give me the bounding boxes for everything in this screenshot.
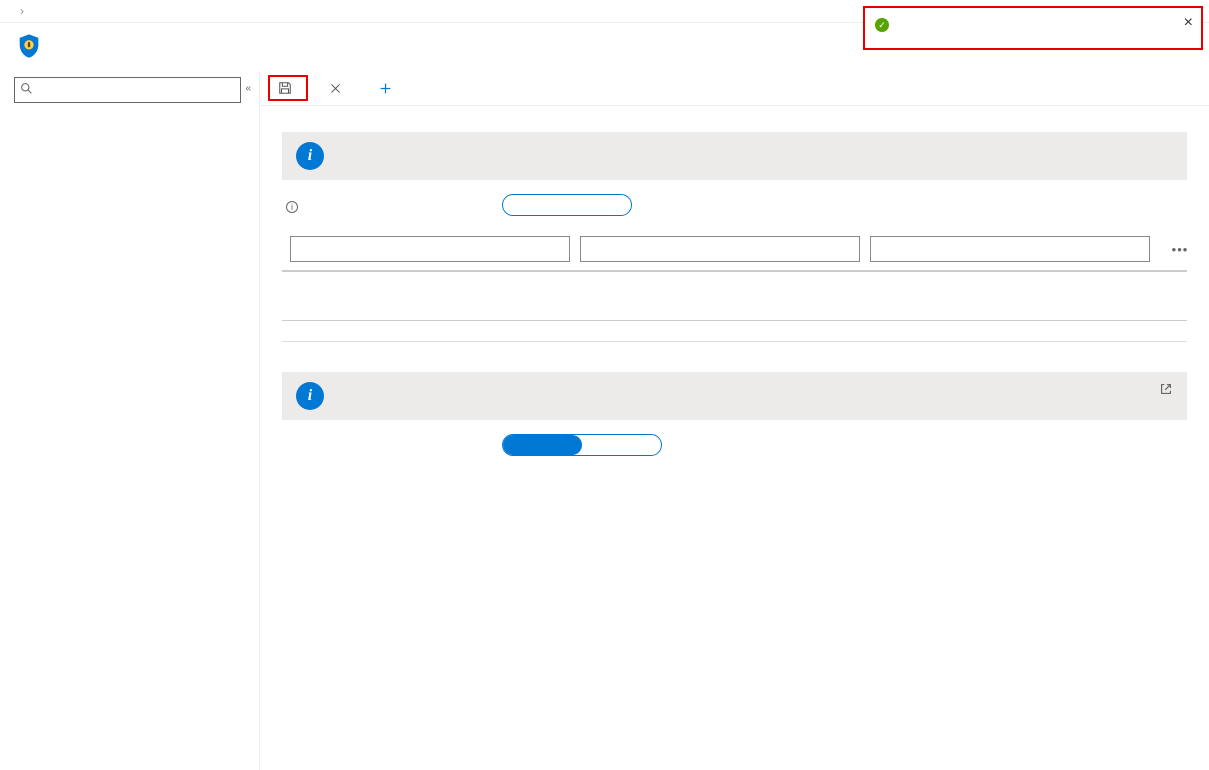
vnet-grid-header — [282, 302, 1187, 321]
plus-icon — [378, 81, 392, 95]
save-icon — [278, 81, 292, 95]
end-ip-input[interactable] — [870, 236, 1150, 262]
discard-button[interactable] — [320, 77, 356, 99]
info-icon: i — [296, 382, 324, 410]
main-content: i i — [260, 71, 1209, 770]
sidebar: « — [0, 71, 260, 770]
notification-toast: × ✓ — [863, 6, 1203, 50]
add-client-ip-button[interactable] — [370, 77, 406, 99]
breadcrumb-sep: › — [20, 4, 24, 18]
save-button[interactable] — [270, 77, 306, 99]
info-small-icon[interactable]: i — [286, 201, 298, 213]
firewall-grid: ••• — [282, 230, 1187, 272]
ssl-disabled — [582, 435, 661, 455]
ssl-enabled — [503, 435, 582, 455]
toolbar — [260, 71, 1209, 106]
new-row-menu[interactable]: ••• — [1160, 242, 1200, 257]
allow-azure-toggle[interactable] — [502, 194, 632, 216]
vnet-no-results — [282, 321, 1187, 342]
collapse-icon[interactable]: « — [245, 83, 251, 94]
success-icon: ✓ — [875, 18, 889, 32]
close-icon[interactable]: × — [1184, 14, 1193, 32]
search-input[interactable] — [14, 77, 241, 103]
external-link-icon[interactable] — [1159, 382, 1173, 396]
discard-icon — [328, 81, 342, 95]
rule-name-input[interactable] — [290, 236, 570, 262]
start-ip-input[interactable] — [580, 236, 860, 262]
info-icon: i — [296, 142, 324, 170]
search-icon — [20, 82, 33, 95]
shield-icon — [14, 31, 44, 61]
ssl-info: i — [282, 372, 1187, 420]
enforce-ssl-toggle[interactable] — [502, 434, 662, 456]
allow-azure-label: i — [282, 198, 492, 213]
firewall-info: i — [282, 132, 1187, 180]
